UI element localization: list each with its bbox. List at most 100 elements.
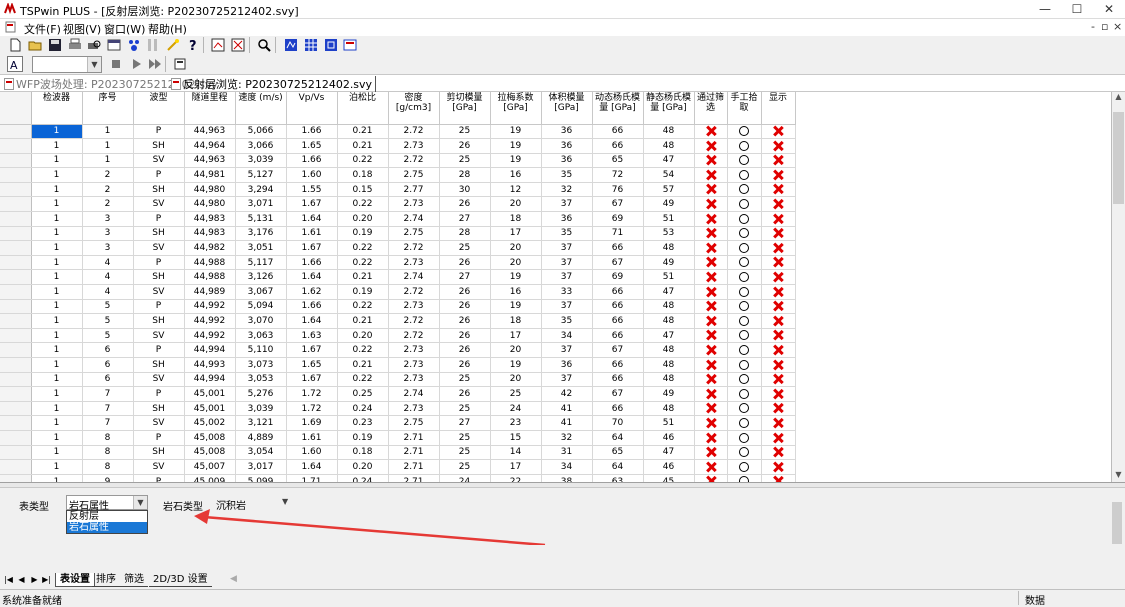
cell-shear[interactable]: 27	[439, 415, 491, 431]
column-header-sta_young[interactable]: 静态杨氏模量 [GPa]	[643, 92, 695, 125]
cell-show[interactable]	[761, 357, 796, 373]
prev-sheet-icon[interactable]: ◀	[17, 574, 26, 585]
cell-wave[interactable]: SV	[133, 153, 185, 169]
cell-seq[interactable]: 6	[82, 372, 134, 388]
cell-passed[interactable]	[694, 474, 728, 482]
grid-vertical-scrollbar[interactable]: ▲ ▼	[1112, 92, 1125, 482]
cell-sta_young[interactable]: 48	[643, 138, 695, 154]
cell-shear[interactable]: 25	[439, 153, 491, 169]
cell-mileage[interactable]: 45,008	[184, 430, 236, 446]
cell-shear[interactable]: 26	[439, 299, 491, 315]
panel-vertical-scrollbar[interactable]	[1110, 488, 1125, 574]
cell-lame[interactable]: 18	[490, 313, 542, 329]
open-folder-icon[interactable]	[27, 37, 43, 53]
cell-manual[interactable]	[727, 124, 762, 140]
cell-density[interactable]: 2.71	[388, 445, 440, 461]
print-preview-icon[interactable]	[86, 37, 102, 53]
cell-passed[interactable]	[694, 196, 728, 213]
view-2d-icon[interactable]	[283, 37, 299, 53]
cell-lame[interactable]: 19	[490, 153, 542, 169]
view-grid-icon[interactable]	[303, 37, 319, 53]
cell-velocity[interactable]: 3,176	[235, 226, 287, 242]
cell-lame[interactable]: 12	[490, 182, 542, 198]
cell-vpvs[interactable]: 1.66	[286, 299, 338, 315]
cell-wave[interactable]: SV	[133, 328, 185, 344]
row-header[interactable]	[0, 167, 32, 183]
cell-dyn_young[interactable]: 65	[592, 445, 644, 461]
cell-lame[interactable]: 20	[490, 240, 542, 256]
cell-dyn_young[interactable]: 66	[592, 372, 644, 388]
cell-bulk[interactable]: 37	[541, 196, 593, 213]
cell-bulk[interactable]: 32	[541, 182, 593, 198]
cell-lame[interactable]: 19	[490, 138, 542, 154]
fast-forward-icon[interactable]	[147, 56, 163, 72]
cell-passed[interactable]	[694, 313, 728, 329]
cell-mileage[interactable]: 44,993	[184, 357, 236, 373]
cell-seq[interactable]: 4	[82, 255, 134, 271]
cell-density[interactable]: 2.73	[388, 299, 440, 315]
column-header-shear[interactable]: 剪切模量 [GPa]	[439, 92, 491, 125]
option-rock-property[interactable]: 岩石属性	[67, 522, 147, 533]
cell-passed[interactable]	[694, 284, 728, 300]
cell-seq[interactable]: 3	[82, 211, 134, 227]
cell-wave[interactable]: SH	[133, 313, 185, 329]
cell-seq[interactable]: 6	[82, 357, 134, 373]
cell-passed[interactable]	[694, 255, 728, 271]
cell-seq[interactable]: 2	[82, 182, 134, 198]
cell-sta_young[interactable]: 46	[643, 430, 695, 446]
cell-sta_young[interactable]: 54	[643, 167, 695, 183]
cell-passed[interactable]	[694, 138, 728, 154]
cell-sta_young[interactable]: 47	[643, 445, 695, 461]
cell-sta_young[interactable]: 46	[643, 459, 695, 475]
scroll-up-icon[interactable]: ▲	[1112, 92, 1125, 104]
cell-seq[interactable]: 3	[82, 240, 134, 256]
cell-velocity[interactable]: 3,051	[235, 240, 287, 256]
cell-passed[interactable]	[694, 386, 728, 402]
cell-velocity[interactable]: 5,276	[235, 386, 287, 402]
next-sheet-icon[interactable]: ▶	[30, 574, 39, 585]
cell-poisson[interactable]: 0.20	[337, 459, 389, 475]
cell-mileage[interactable]: 44,992	[184, 313, 236, 329]
cell-manual[interactable]	[727, 226, 762, 242]
cell-poisson[interactable]: 0.23	[337, 415, 389, 431]
cell-sta_young[interactable]: 48	[643, 240, 695, 256]
scroll-down-icon[interactable]: ▼	[1112, 470, 1125, 482]
cell-detector[interactable]: 1	[31, 342, 83, 358]
cell-seq[interactable]: 8	[82, 459, 134, 475]
cell-wave[interactable]: SH	[133, 138, 185, 154]
cell-shear[interactable]: 25	[439, 124, 491, 140]
cell-dyn_young[interactable]: 67	[592, 342, 644, 358]
cell-shear[interactable]: 26	[439, 196, 491, 213]
row-header[interactable]	[0, 313, 32, 329]
cell-manual[interactable]	[727, 269, 762, 286]
cell-sta_young[interactable]: 48	[643, 313, 695, 329]
cell-density[interactable]: 2.73	[388, 372, 440, 388]
cell-seq[interactable]: 7	[82, 415, 134, 431]
play-icon[interactable]	[128, 56, 144, 72]
row-header[interactable]	[0, 386, 32, 402]
cell-passed[interactable]	[694, 415, 728, 431]
row-header[interactable]	[0, 284, 32, 300]
cell-bulk[interactable]: 35	[541, 226, 593, 242]
cell-sta_young[interactable]: 48	[643, 124, 695, 140]
cell-vpvs[interactable]: 1.60	[286, 167, 338, 183]
cell-show[interactable]	[761, 372, 796, 388]
cell-shear[interactable]: 30	[439, 182, 491, 198]
column-header-seq[interactable]: 序号	[82, 92, 134, 125]
row-header[interactable]	[0, 255, 32, 271]
cell-detector[interactable]: 1	[31, 211, 83, 227]
row-header[interactable]	[0, 474, 32, 482]
column-header-poisson[interactable]: 泊松比	[337, 92, 389, 125]
cell-poisson[interactable]: 0.19	[337, 226, 389, 242]
cell-lame[interactable]: 17	[490, 328, 542, 344]
cell-vpvs[interactable]: 1.65	[286, 357, 338, 373]
cell-vpvs[interactable]: 1.64	[286, 313, 338, 329]
cell-velocity[interactable]: 5,094	[235, 299, 287, 315]
cell-sta_young[interactable]: 48	[643, 401, 695, 417]
cell-poisson[interactable]: 0.18	[337, 167, 389, 183]
cell-wave[interactable]: SV	[133, 372, 185, 388]
cell-lame[interactable]: 20	[490, 342, 542, 358]
cell-velocity[interactable]: 3,053	[235, 372, 287, 388]
help-question-icon[interactable]: ?	[185, 37, 201, 53]
cell-seq[interactable]: 5	[82, 299, 134, 315]
